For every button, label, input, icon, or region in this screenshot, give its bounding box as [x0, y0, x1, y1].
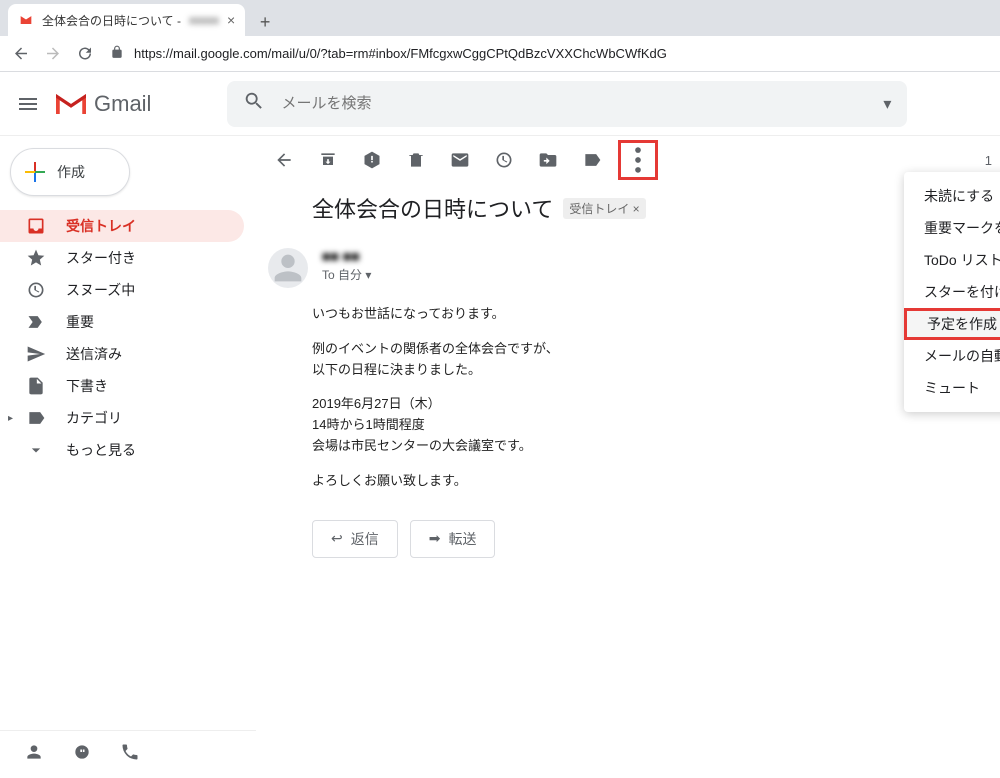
sidebar-item-draft[interactable]: 下書き: [0, 370, 244, 402]
gmail-favicon: [18, 12, 34, 28]
search-input[interactable]: [281, 95, 867, 112]
sender-name: ■■ ■■: [322, 248, 371, 264]
body-paragraph: よろしくお願い致します。: [312, 471, 1000, 492]
menu-item-1[interactable]: 重要マークを外す: [904, 212, 1000, 244]
sidebar-item-label: 下書き: [66, 376, 108, 396]
sidebar-item-label[interactable]: カテゴリ: [0, 402, 244, 434]
main-menu-button[interactable]: [16, 92, 40, 116]
gmail-logo[interactable]: Gmail: [56, 91, 151, 117]
mail-toolbar: 1: [256, 136, 1000, 184]
search-options-icon[interactable]: ▾: [883, 94, 891, 114]
sidebar-item-expand[interactable]: もっと見る: [0, 434, 244, 466]
sidebar-item-star[interactable]: スター付き: [0, 242, 244, 274]
phone-icon[interactable]: [120, 742, 140, 767]
menu-item-2[interactable]: ToDo リストに追加: [904, 244, 1000, 276]
sidebar-item-clock[interactable]: スヌーズ中: [0, 274, 244, 306]
forward-button[interactable]: ➡ 転送: [410, 520, 496, 558]
reply-icon: ↩: [331, 530, 343, 547]
tab-title-blur: xxxxx: [189, 13, 219, 27]
archive-icon[interactable]: [318, 150, 338, 170]
back-icon[interactable]: [274, 150, 294, 170]
sidebar-item-important[interactable]: 重要: [0, 306, 244, 338]
search-icon: [243, 90, 265, 117]
body-paragraph: 例のイベントの関係者の全体会合ですが、以下の日程に決まりました。: [312, 339, 1000, 381]
sidebar-item-label: 受信トレイ: [66, 216, 136, 236]
draft-icon: [26, 376, 46, 396]
search-box[interactable]: ▾: [227, 81, 907, 127]
compose-button[interactable]: 作成: [10, 148, 130, 196]
clock-icon: [26, 280, 46, 300]
label-chip[interactable]: 受信トレイ ×: [563, 198, 645, 219]
inbox-icon: [26, 216, 46, 236]
menu-item-3[interactable]: スターを付ける: [904, 276, 1000, 308]
label-icon[interactable]: [582, 150, 602, 170]
lock-icon: [110, 45, 124, 62]
tab-title: 全体会合の日時について -: [42, 12, 181, 29]
menu-item-6[interactable]: ミュート: [904, 372, 1000, 404]
sidebar-item-sent[interactable]: 送信済み: [0, 338, 244, 370]
star-icon: [26, 248, 46, 268]
forward-button: [44, 42, 62, 65]
more-menu: 未読にする重要マークを外すToDo リストに追加スターを付ける予定を作成メールの…: [904, 172, 1000, 412]
mail-subject: 全体会合の日時について: [312, 192, 553, 224]
gmail-logo-text: Gmail: [94, 91, 151, 117]
body-paragraph: いつもお世話になっております。: [312, 304, 1000, 325]
more-button[interactable]: [618, 140, 658, 180]
sidebar-item-label: スター付き: [66, 248, 136, 268]
sidebar-item-inbox[interactable]: 受信トレイ: [0, 210, 244, 242]
plus-icon: [25, 162, 45, 182]
menu-item-0[interactable]: 未読にする: [904, 180, 1000, 212]
delete-icon[interactable]: [406, 150, 426, 170]
sidebar-item-label: カテゴリ: [66, 408, 122, 428]
to-line[interactable]: To 自分 ▾: [322, 266, 371, 283]
label-icon: [26, 408, 46, 428]
address-bar: https://mail.google.com/mail/u/0/?tab=rm…: [0, 36, 1000, 72]
content-area: 1 未読にする重要マークを外すToDo リストに追加スターを付ける予定を作成メー…: [256, 136, 1000, 778]
important-icon: [26, 312, 46, 332]
spam-icon[interactable]: [362, 150, 382, 170]
browser-tab-strip: 全体会合の日時について - xxxxx × +: [0, 0, 1000, 36]
expand-icon: [26, 440, 46, 460]
move-icon[interactable]: [538, 150, 558, 170]
mail-body: いつもお世話になっております。例のイベントの関係者の全体会合ですが、以下の日程に…: [312, 304, 1000, 492]
snooze-icon[interactable]: [494, 150, 514, 170]
tab-close-icon[interactable]: ×: [227, 12, 235, 28]
sidebar-item-label: 重要: [66, 312, 94, 332]
sidebar-item-label: スヌーズ中: [66, 280, 135, 300]
sidebar-item-label: もっと見る: [66, 440, 136, 460]
reload-button[interactable]: [76, 42, 94, 65]
browser-tab[interactable]: 全体会合の日時について - xxxxx ×: [8, 4, 245, 36]
reply-button[interactable]: ↩ 返信: [312, 520, 398, 558]
hangouts-icon[interactable]: [72, 742, 92, 767]
mark-unread-icon[interactable]: [450, 150, 470, 170]
message-count: 1: [985, 153, 1000, 168]
body-paragraph: 2019年6月27日（木）14時から1時間程度会場は市民センターの大会議室です。: [312, 394, 1000, 456]
sidebar-footer: [0, 730, 256, 778]
back-button[interactable]: [12, 42, 30, 65]
forward-icon: ➡: [429, 530, 441, 547]
avatar: [268, 248, 308, 288]
menu-item-4[interactable]: 予定を作成: [904, 308, 1000, 340]
compose-label: 作成: [57, 162, 85, 182]
new-tab-button[interactable]: +: [251, 8, 279, 36]
menu-item-5[interactable]: メールの自動振り分け設定: [904, 340, 1000, 372]
gmail-header: Gmail ▾: [0, 72, 1000, 136]
person-icon[interactable]: [24, 742, 44, 767]
sidebar-item-label: 送信済み: [66, 344, 122, 364]
sidebar: 作成 受信トレイスター付きスヌーズ中重要送信済み下書きカテゴリもっと見る: [0, 136, 256, 778]
url-text[interactable]: https://mail.google.com/mail/u/0/?tab=rm…: [134, 46, 667, 61]
sent-icon: [26, 344, 46, 364]
